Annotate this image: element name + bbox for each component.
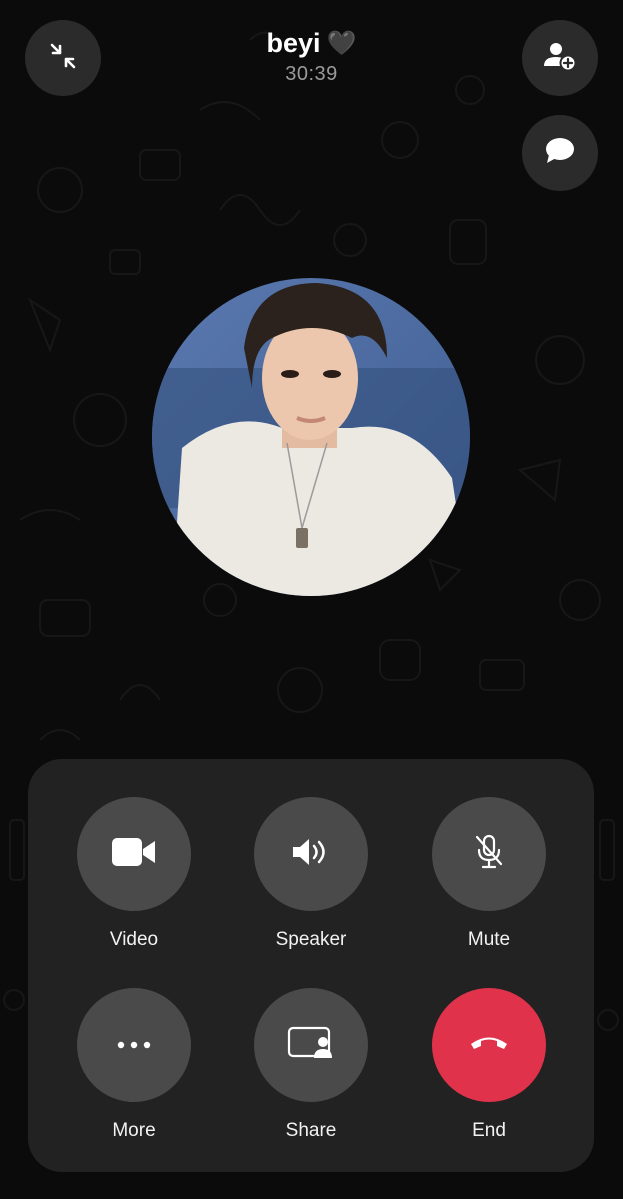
end-call-button[interactable] [432, 988, 546, 1102]
speaker-label: Speaker [275, 929, 347, 950]
heart-emoji: 🖤 [326, 30, 357, 57]
chat-bubble-icon [544, 136, 576, 171]
video-control: Video [64, 797, 204, 951]
mute-control: Mute [419, 797, 559, 951]
mute-label: Mute [467, 929, 511, 950]
speaker-control: Speaker [241, 797, 381, 951]
microphone-muted-icon [473, 834, 505, 875]
video-label: Video [109, 929, 159, 950]
contact-avatar [152, 278, 470, 596]
screen-share-icon [287, 1026, 335, 1065]
speaker-icon [291, 837, 331, 872]
video-button[interactable] [77, 797, 191, 911]
end-label: End [472, 1120, 506, 1141]
share-control: Share [241, 988, 381, 1142]
chat-button[interactable] [522, 115, 598, 191]
more-control: More [64, 988, 204, 1142]
end-control: End [419, 988, 559, 1142]
call-controls-panel: Video Speaker Mute More Share End [28, 759, 594, 1172]
video-camera-icon [112, 837, 156, 871]
share-button[interactable] [254, 988, 368, 1102]
add-participant-button[interactable] [522, 20, 598, 96]
more-label: More [112, 1120, 156, 1141]
share-label: Share [285, 1120, 337, 1141]
mute-button[interactable] [432, 797, 546, 911]
more-dots-icon [117, 1036, 151, 1054]
speaker-button[interactable] [254, 797, 368, 911]
more-button[interactable] [77, 988, 191, 1102]
contact-name: beyi [266, 28, 321, 58]
add-person-icon [543, 40, 577, 77]
end-call-icon [469, 1035, 509, 1056]
